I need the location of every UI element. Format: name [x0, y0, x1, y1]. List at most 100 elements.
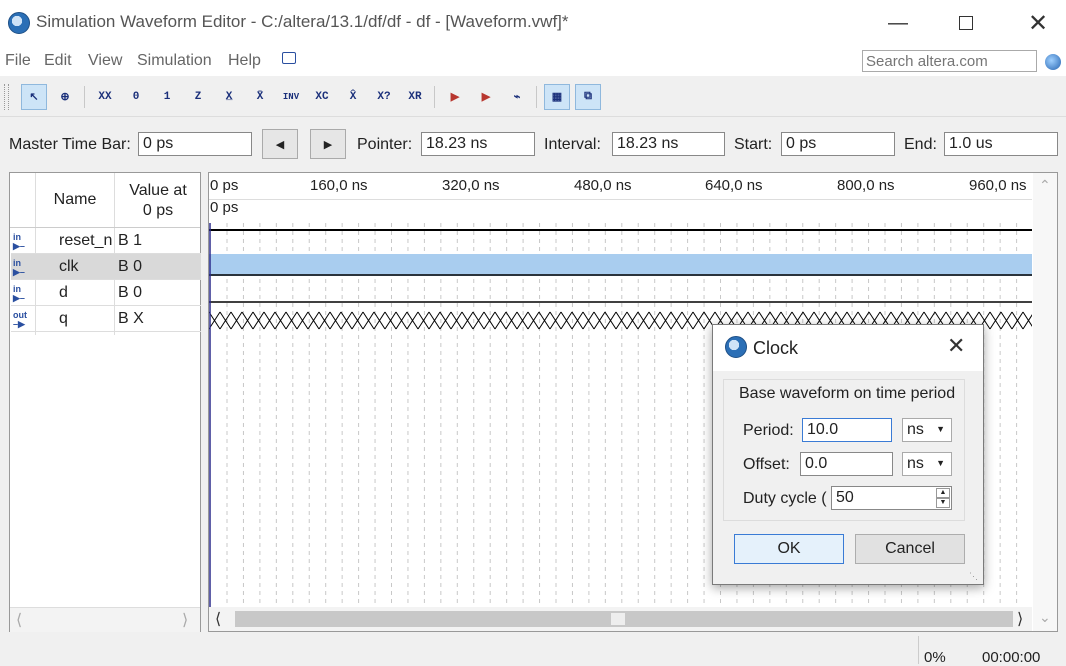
end-label: End: — [904, 136, 937, 153]
period-unit-select[interactable]: ns ▼ — [902, 418, 952, 442]
value-header-time: 0 ps — [142, 202, 174, 219]
chevron-down-icon: ▼ — [936, 458, 945, 468]
random-value-icon[interactable]: XR — [402, 84, 428, 110]
minimize-icon: — — [888, 11, 908, 34]
input-pin-icon: in ▶– — [13, 232, 25, 251]
duty-cycle-spinbox[interactable]: 50 ▲ ▼ — [831, 486, 952, 510]
scroll-left-icon[interactable]: ⟨ — [215, 609, 221, 629]
status-divider — [918, 636, 919, 664]
snap-to-grid-icon[interactable]: ▦ — [544, 84, 570, 110]
signal-value: B 0 — [118, 284, 143, 301]
invert-icon[interactable]: INV — [278, 84, 304, 110]
run-timing-icon[interactable]: ▶ — [473, 84, 499, 110]
scroll-up-icon[interactable]: ⌃ — [1039, 177, 1051, 194]
arbitrary-value-icon[interactable]: X? — [371, 84, 397, 110]
master-time-bar-field[interactable]: 0 ps — [138, 132, 252, 156]
forcing-low-icon[interactable]: 0 — [123, 84, 149, 110]
forcing-high-icon[interactable]: 1 — [154, 84, 180, 110]
close-icon: ✕ — [1027, 9, 1049, 37]
feedback-icon[interactable] — [282, 52, 296, 64]
clock-icon[interactable]: X̂ — [340, 84, 366, 110]
end-field: 1.0 us — [944, 132, 1058, 156]
maximize-icon — [959, 16, 973, 30]
count-value-icon[interactable]: XC — [309, 84, 335, 110]
run-functional-icon[interactable]: ▶ — [442, 84, 468, 110]
fullscreen-icon[interactable]: ⧉ — [575, 84, 601, 110]
menu-edit[interactable]: Edit — [44, 52, 72, 70]
previous-transition-button[interactable]: ◀ — [262, 129, 298, 159]
pointer-label: Pointer: — [357, 136, 413, 153]
scroll-down-icon[interactable]: ⌄ — [1039, 609, 1051, 626]
pointer-field: 18.23 ns — [421, 132, 535, 156]
cancel-button[interactable]: Cancel — [855, 534, 965, 564]
forcing-unknown-icon[interactable]: XX — [92, 84, 118, 110]
signal-row[interactable]: in ▶– clk B 0 — [11, 254, 201, 280]
signal-value: B 0 — [118, 258, 143, 275]
period-input[interactable]: 10.0 — [802, 418, 892, 442]
signal-row[interactable]: out –▶ q B X — [11, 306, 201, 332]
clk-row-highlight — [209, 254, 1032, 276]
period-unit-value: ns — [907, 421, 924, 438]
window-title: Simulation Waveform Editor - C:/altera/1… — [36, 12, 569, 31]
elapsed-time: 00:00:00 — [982, 649, 1041, 666]
minimize-button[interactable]: — — [874, 0, 922, 46]
toolbar-grip[interactable] — [4, 84, 9, 110]
signal-row[interactable]: in ▶– reset_n B 1 — [11, 228, 201, 254]
dialog-close-icon[interactable]: ✕ — [947, 333, 965, 359]
offset-input[interactable]: 0.0 — [800, 452, 893, 476]
selection-tool-icon[interactable]: ↖ — [21, 84, 47, 110]
high-impedance-icon[interactable]: Z — [185, 84, 211, 110]
scroll-left-icon[interactable]: ⟨ — [16, 610, 22, 630]
clock-dialog: Clock ✕ Base waveform on time period Per… — [712, 324, 984, 585]
signal-name: d — [59, 284, 68, 301]
ok-button[interactable]: OK — [734, 534, 844, 564]
signal-list-panel: Name Value at 0 ps in ▶– reset_n B 1 in ▶–… — [9, 172, 201, 632]
menu-view[interactable]: View — [88, 52, 122, 70]
thumb-grip — [611, 613, 625, 625]
spin-down-icon[interactable]: ▼ — [936, 498, 950, 508]
master-time-bar-label: Master Time Bar: — [9, 136, 131, 153]
input-pin-icon: in ▶– — [13, 258, 25, 277]
signal-row[interactable]: in ▶– d B 0 — [11, 280, 201, 306]
left-horizontal-scrollbar[interactable]: ⟨ ⟩ — [10, 607, 200, 632]
search-input[interactable] — [862, 50, 1037, 72]
app-icon — [8, 12, 30, 34]
maximize-button[interactable] — [942, 0, 990, 46]
toolbar-separator — [536, 86, 537, 108]
weak-low-icon[interactable]: X̲ — [216, 84, 242, 110]
arrow-right-icon: ▶ — [323, 138, 333, 151]
menu-file[interactable]: File — [5, 52, 31, 70]
interval-field: 18.23 ns — [612, 132, 725, 156]
signal-name: reset_n — [59, 232, 113, 249]
arrow-left-icon: ◀ — [275, 138, 285, 151]
group-label: Base waveform on time period — [739, 385, 956, 402]
chevron-down-icon: ▼ — [936, 424, 945, 434]
input-pin-icon: in ▶– — [13, 284, 25, 303]
signal-value: B X — [118, 310, 144, 327]
duty-cycle-label: Duty cycle ( — [743, 490, 827, 507]
scroll-right-icon[interactable]: ⟩ — [182, 610, 188, 630]
duty-cycle-value: 50 — [836, 489, 854, 506]
menu-simulation[interactable]: Simulation — [137, 52, 212, 70]
globe-icon[interactable] — [1045, 54, 1061, 70]
wave-horizontal-scrollbar[interactable]: ⟨ ⟩ — [209, 607, 1032, 631]
toolbar-separator — [84, 86, 85, 108]
value-column-header[interactable]: Value at 0 ps — [116, 181, 200, 221]
toolbar-separator — [434, 86, 435, 108]
offset-label: Offset: — [743, 456, 790, 473]
wave-vertical-scrollbar[interactable]: ⌃ ⌄ — [1033, 173, 1057, 631]
close-button[interactable]: ✕ — [1014, 0, 1062, 46]
weak-high-icon[interactable]: X̄ — [247, 84, 273, 110]
menu-help[interactable]: Help — [228, 52, 261, 70]
dialog-title: Clock — [753, 338, 799, 358]
resize-grip-icon[interactable]: ⋱ — [969, 571, 978, 582]
zoom-tool-icon[interactable]: ⊕ — [52, 84, 78, 110]
spin-up-icon[interactable]: ▲ — [936, 488, 950, 498]
generate-netlist-icon[interactable]: ⌁ — [504, 84, 530, 110]
scrollbar-thumb[interactable] — [235, 611, 1013, 627]
next-transition-button[interactable]: ▶ — [310, 129, 346, 159]
offset-unit-select[interactable]: ns ▼ — [902, 452, 952, 476]
output-pin-icon: out –▶ — [13, 310, 27, 329]
scroll-right-icon[interactable]: ⟩ — [1017, 609, 1023, 629]
name-column-header[interactable]: Name — [36, 191, 114, 209]
